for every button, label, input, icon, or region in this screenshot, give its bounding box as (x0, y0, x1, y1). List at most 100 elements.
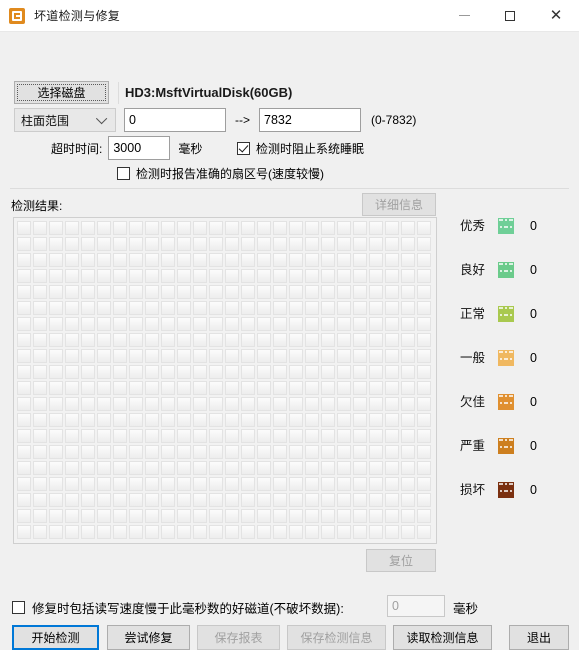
sector-cell[interactable] (337, 461, 351, 475)
sector-cell[interactable] (81, 285, 95, 299)
sector-cell[interactable] (145, 381, 159, 395)
sector-cell[interactable] (385, 301, 399, 315)
sector-cell[interactable] (289, 493, 303, 507)
sector-cell[interactable] (129, 509, 143, 523)
sector-cell[interactable] (49, 237, 63, 251)
sector-cell[interactable] (225, 493, 239, 507)
sector-cell[interactable] (49, 269, 63, 283)
sector-cell[interactable] (193, 237, 207, 251)
sector-cell[interactable] (321, 301, 335, 315)
sector-cell[interactable] (337, 301, 351, 315)
sector-cell[interactable] (321, 461, 335, 475)
sector-cell[interactable] (417, 381, 431, 395)
sector-cell[interactable] (113, 317, 127, 331)
sector-cell[interactable] (257, 413, 271, 427)
sector-cell[interactable] (177, 349, 191, 363)
sector-cell[interactable] (145, 365, 159, 379)
sector-cell[interactable] (241, 285, 255, 299)
sector-cell[interactable] (241, 397, 255, 411)
sector-cell[interactable] (353, 445, 367, 459)
sector-cell[interactable] (113, 349, 127, 363)
sector-cell[interactable] (305, 221, 319, 235)
sector-cell[interactable] (161, 397, 175, 411)
sector-cell[interactable] (353, 493, 367, 507)
sector-cell[interactable] (225, 381, 239, 395)
sector-cell[interactable] (129, 349, 143, 363)
sector-cell[interactable] (33, 285, 47, 299)
sector-cell[interactable] (209, 349, 223, 363)
sector-cell[interactable] (33, 269, 47, 283)
try-repair-button[interactable]: 尝试修复 (107, 625, 190, 650)
sector-cell[interactable] (65, 285, 79, 299)
sector-cell[interactable] (401, 509, 415, 523)
sector-cell[interactable] (113, 429, 127, 443)
sector-cell[interactable] (113, 445, 127, 459)
sector-cell[interactable] (337, 381, 351, 395)
sector-cell[interactable] (81, 237, 95, 251)
sector-cell[interactable] (49, 365, 63, 379)
sector-cell[interactable] (337, 525, 351, 539)
sector-cell[interactable] (97, 509, 111, 523)
sector-cell[interactable] (161, 381, 175, 395)
sector-cell[interactable] (225, 397, 239, 411)
sector-cell[interactable] (385, 493, 399, 507)
sector-cell[interactable] (225, 429, 239, 443)
range-mode-select[interactable]: 柱面范围 (14, 108, 116, 132)
sector-cell[interactable] (161, 477, 175, 491)
sector-cell[interactable] (337, 413, 351, 427)
sector-cell[interactable] (273, 493, 287, 507)
sector-cell[interactable] (97, 477, 111, 491)
sector-cell[interactable] (193, 461, 207, 475)
sector-cell[interactable] (145, 525, 159, 539)
sector-cell[interactable] (49, 461, 63, 475)
sector-cell[interactable] (17, 493, 31, 507)
sector-cell[interactable] (49, 317, 63, 331)
sector-cell[interactable] (33, 413, 47, 427)
sector-cell[interactable] (97, 493, 111, 507)
sector-cell[interactable] (113, 285, 127, 299)
sector-grid[interactable] (17, 221, 436, 541)
sector-cell[interactable] (289, 509, 303, 523)
sector-cell[interactable] (353, 333, 367, 347)
sector-cell[interactable] (273, 509, 287, 523)
sector-cell[interactable] (129, 477, 143, 491)
sector-cell[interactable] (417, 301, 431, 315)
sector-cell[interactable] (209, 509, 223, 523)
sector-cell[interactable] (241, 461, 255, 475)
sector-cell[interactable] (81, 429, 95, 443)
sector-cell[interactable] (273, 221, 287, 235)
sector-cell[interactable] (353, 381, 367, 395)
sector-cell[interactable] (161, 509, 175, 523)
range-from-input[interactable]: 0 (124, 108, 226, 132)
sector-cell[interactable] (225, 461, 239, 475)
sector-cell[interactable] (257, 317, 271, 331)
sector-cell[interactable] (241, 493, 255, 507)
sector-cell[interactable] (17, 253, 31, 267)
sector-cell[interactable] (113, 381, 127, 395)
sector-cell[interactable] (385, 509, 399, 523)
report-exact-sector-checkbox-row[interactable]: 检测时报告准确的扇区号(速度较慢) (117, 165, 324, 182)
sector-cell[interactable] (321, 349, 335, 363)
sector-cell[interactable] (145, 221, 159, 235)
sector-cell[interactable] (65, 445, 79, 459)
sector-cell[interactable] (289, 285, 303, 299)
sector-cell[interactable] (65, 365, 79, 379)
sector-cell[interactable] (417, 221, 431, 235)
sector-cell[interactable] (65, 477, 79, 491)
sector-cell[interactable] (369, 477, 383, 491)
sector-cell[interactable] (193, 413, 207, 427)
sector-cell[interactable] (289, 445, 303, 459)
sector-cell[interactable] (289, 253, 303, 267)
sector-cell[interactable] (65, 525, 79, 539)
sector-cell[interactable] (81, 333, 95, 347)
sector-cell[interactable] (257, 381, 271, 395)
sector-cell[interactable] (401, 365, 415, 379)
sector-cell[interactable] (81, 365, 95, 379)
sector-cell[interactable] (17, 221, 31, 235)
sector-cell[interactable] (65, 333, 79, 347)
sector-cell[interactable] (65, 429, 79, 443)
sector-cell[interactable] (33, 253, 47, 267)
sector-cell[interactable] (337, 269, 351, 283)
sector-cell[interactable] (209, 237, 223, 251)
sector-cell[interactable] (321, 397, 335, 411)
